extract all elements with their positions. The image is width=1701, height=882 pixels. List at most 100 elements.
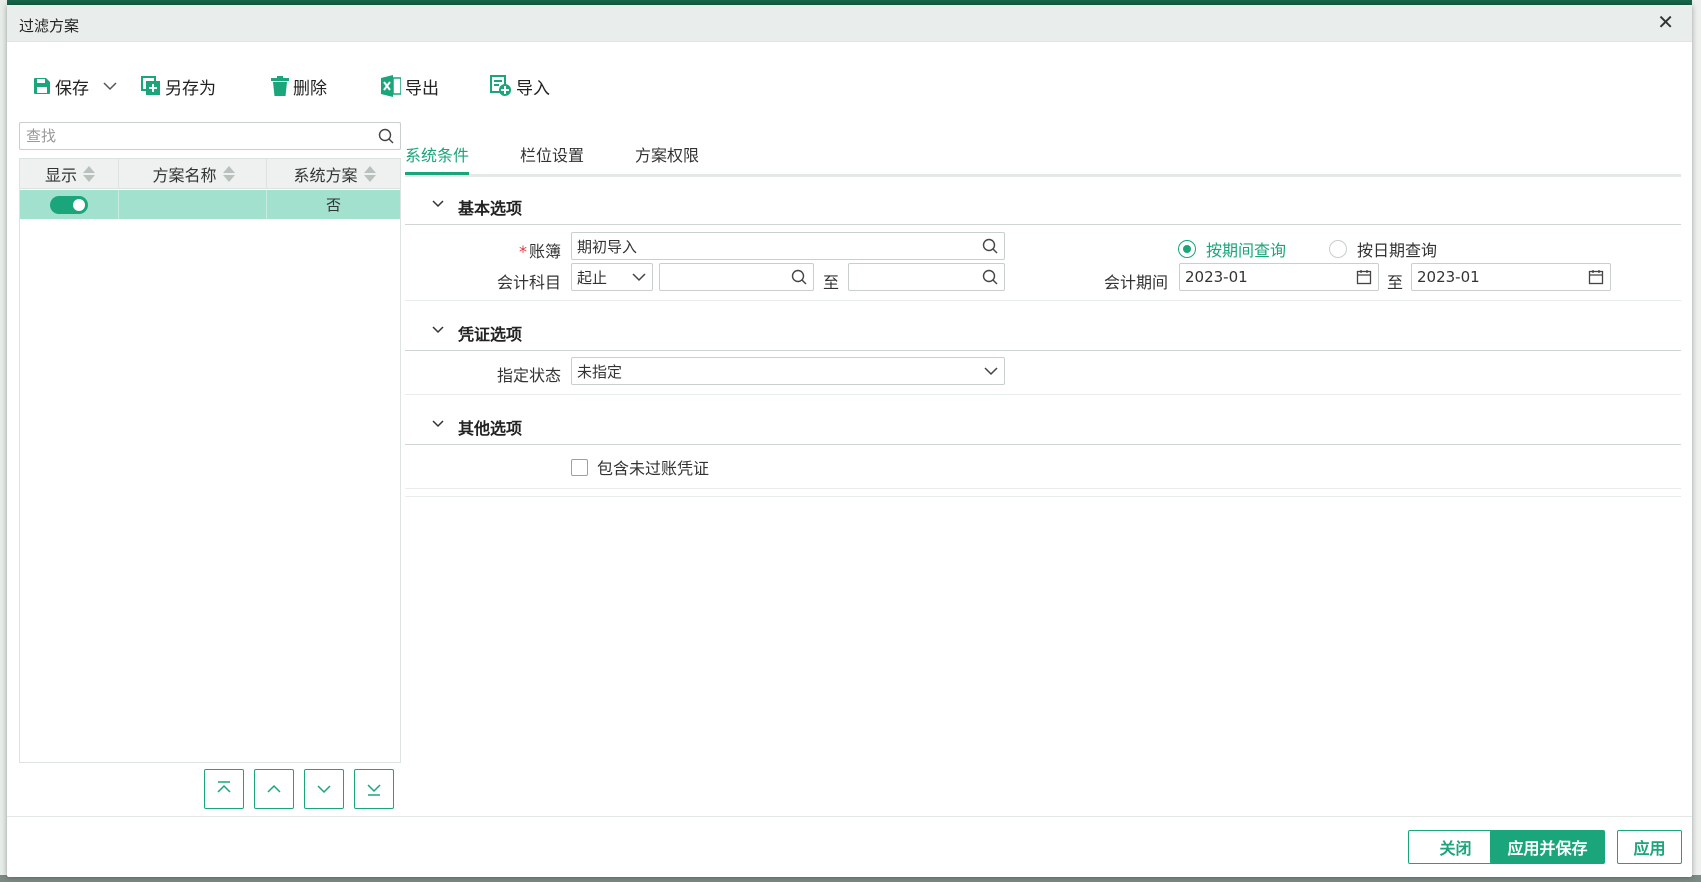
subject-mode-value: 起止 [577,268,608,287]
dialog-title: 过滤方案 [19,17,80,35]
column-header-label: 显示 [44,165,77,185]
cell-name [119,190,267,219]
radio-label: 按日期查询 [1357,241,1438,260]
move-down-button[interactable] [304,769,344,809]
apply-button[interactable]: 应用 [1617,830,1682,864]
close-icon[interactable]: ✕ [1657,12,1674,32]
excel-export-icon [381,75,401,97]
period-to-field[interactable]: 2023-01 [1411,263,1611,291]
section-basic-options[interactable]: 基本选项 [405,185,1681,225]
export-button[interactable]: 导出 [381,71,439,101]
chevron-down-icon[interactable] [431,197,445,211]
move-to-bottom-icon [367,784,381,796]
column-header-system[interactable]: 系统方案 [267,159,400,188]
tab-bar: 系统条件 栏位设置 方案权限 [405,133,1681,177]
search-icon[interactable] [791,269,807,285]
footer-divider [7,816,1692,817]
column-header-show[interactable]: 显示 [20,159,119,188]
calendar-icon[interactable] [1588,269,1604,285]
sort-icon[interactable] [363,165,376,183]
delete-label: 删除 [293,78,327,99]
tab-system-conditions[interactable]: 系统条件 [405,142,470,175]
sort-icon[interactable] [222,165,235,183]
period-label: 会计期间 [1103,273,1168,292]
save-button-label: 保存 [55,78,89,99]
background-app-right [1692,0,1701,882]
apply-and-save-button[interactable]: 应用并保存 [1490,830,1605,864]
save-as-button[interactable]: 另存为 [141,71,216,101]
tab-column-settings[interactable]: 栏位设置 [520,142,584,166]
section-other-options[interactable]: 其他选项 [405,405,1681,445]
ledger-label-text: 账簿 [528,242,561,261]
chevron-down-icon[interactable] [103,81,117,91]
radio-label: 按期间查询 [1206,241,1287,260]
background-app-left [0,0,7,882]
subject-to-field[interactable] [848,263,1005,291]
export-label: 导出 [405,78,439,99]
subject-from-field[interactable] [659,263,814,291]
move-top-button[interactable] [204,769,244,809]
section-voucher-options[interactable]: 凭证选项 [405,311,1681,351]
grid-header: 显示 方案名称 系统方案 [20,159,400,189]
chevron-down-icon[interactable] [431,417,445,431]
close-button[interactable]: 关闭 [1408,830,1503,864]
divider [405,394,1681,395]
required-marker: * [518,242,527,261]
checkbox-label: 包含未过账凭证 [597,459,710,478]
search-icon[interactable] [982,269,998,285]
filter-scheme-dialog: 过滤方案 ✕ 保存 另存为 删除 导出 导入 查找 显示 方案名称 系统方案 否… [7,5,1692,877]
chevron-down-icon [984,367,998,376]
sort-icon[interactable] [83,165,95,183]
search-icon[interactable] [982,238,998,254]
column-header-label: 系统方案 [293,165,358,185]
save-icon [34,78,50,94]
move-to-top-icon [217,781,231,793]
import-button[interactable]: 导入 [490,71,550,101]
checkbox-box[interactable] [571,458,588,476]
search-input[interactable] [20,123,360,149]
import-icon [490,75,511,96]
section-title: 凭证选项 [458,325,523,344]
cell-system: 否 [325,196,341,214]
chevron-down-icon[interactable] [431,323,445,337]
move-bottom-button[interactable] [354,769,394,809]
import-label: 导入 [516,78,550,99]
radio-query-by-date[interactable]: 按日期查询 [1329,237,1437,261]
scheme-search [19,122,401,150]
radio-dot [1178,240,1196,258]
section-title: 基本选项 [458,199,523,218]
ledger-field[interactable]: 期初导入 [571,232,1005,260]
period-from-value: 2023-01 [1185,268,1248,286]
tab-scheme-permissions[interactable]: 方案权限 [635,142,699,166]
divider [405,300,1681,301]
radio-query-by-period[interactable]: 按期间查询 [1178,237,1286,261]
save-as-icon [141,76,160,95]
move-up-button[interactable] [254,769,294,809]
ledger-value: 期初导入 [577,237,638,256]
table-row[interactable]: 否 [20,190,400,219]
chevron-down-icon [632,273,646,282]
calendar-icon[interactable] [1356,269,1372,285]
delete-button[interactable]: 删除 [271,71,327,101]
divider [405,488,1681,489]
period-to-label: 至 [1387,273,1404,292]
radio-dot [1329,240,1347,258]
section-title: 其他选项 [458,419,523,438]
save-button[interactable]: 保存 [33,71,117,101]
divider [405,496,1681,497]
period-from-field[interactable]: 2023-01 [1179,263,1379,291]
range-to-label: 至 [823,273,840,292]
include-unposted-checkbox[interactable]: 包含未过账凭证 [571,455,709,479]
period-to-value: 2023-01 [1417,268,1480,286]
status-label: 指定状态 [496,366,561,385]
column-header-name[interactable]: 方案名称 [119,159,267,188]
ledger-label: * 账簿 [519,238,561,262]
cell-show [20,190,119,219]
trash-icon [271,76,289,96]
column-header-label: 方案名称 [152,165,217,185]
status-select[interactable]: 未指定 [571,357,1005,385]
search-icon[interactable] [378,128,394,144]
scheme-grid: 显示 方案名称 系统方案 否 [19,158,401,763]
show-toggle[interactable] [50,195,88,214]
subject-mode-select[interactable]: 起止 [571,263,653,291]
